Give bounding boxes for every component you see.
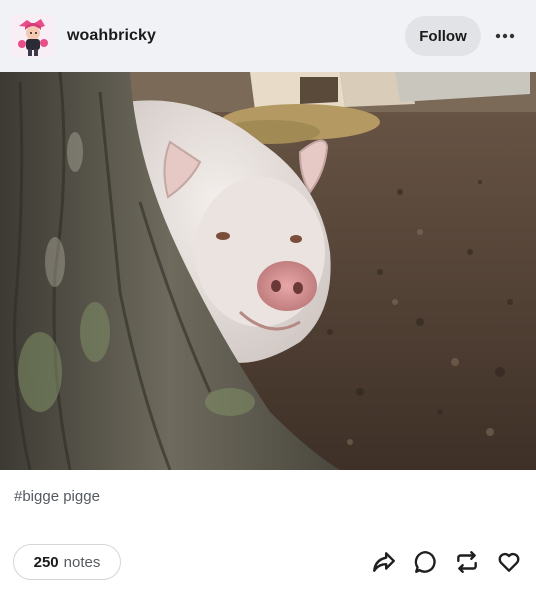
notes-label: notes [63, 553, 101, 571]
post-photo[interactable] [0, 72, 536, 470]
like-button[interactable] [495, 548, 523, 576]
share-icon [373, 552, 395, 572]
tag-link[interactable]: #bigge pigge [14, 488, 100, 505]
pig-photo-illustration [0, 72, 536, 470]
reply-icon [414, 551, 436, 573]
username-link[interactable]: woahbricky [67, 27, 156, 45]
share-button[interactable] [370, 548, 398, 576]
follow-button[interactable]: Follow [405, 16, 481, 56]
post-header: woahbricky Follow [0, 0, 536, 72]
notes-count: 250 [33, 553, 59, 571]
heart-icon [498, 552, 520, 572]
more-options-button[interactable] [488, 20, 522, 52]
avatar[interactable] [11, 14, 55, 58]
ellipsis-icon [495, 33, 515, 39]
reply-button[interactable] [412, 548, 440, 576]
notes-button[interactable]: 250 notes [13, 544, 121, 580]
reblog-icon [457, 551, 477, 573]
avatar-illustration [11, 14, 55, 58]
post-card: woahbricky Follow #bigge pigge 250 notes [0, 0, 536, 593]
reblog-button[interactable] [453, 548, 481, 576]
